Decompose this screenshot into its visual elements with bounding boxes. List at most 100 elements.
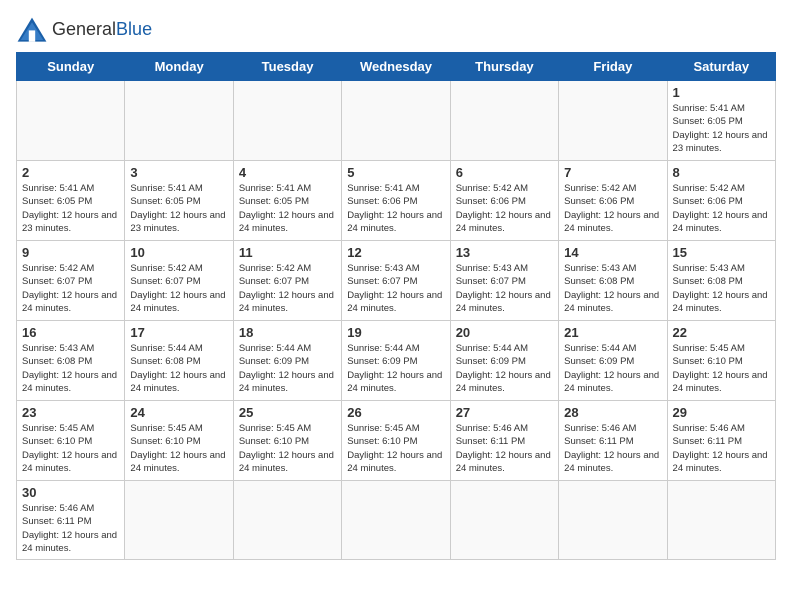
day-info: Sunrise: 5:41 AMSunset: 6:06 PMDaylight:… — [347, 182, 444, 235]
day-number: 25 — [239, 405, 336, 420]
weekday-header-monday: Monday — [125, 53, 233, 81]
calendar-day-cell: 18 Sunrise: 5:44 AMSunset: 6:09 PMDayligh… — [233, 321, 341, 401]
day-info: Sunrise: 5:46 AMSunset: 6:11 PMDaylight:… — [564, 422, 661, 475]
day-number: 17 — [130, 325, 227, 340]
calendar-day-cell — [450, 81, 558, 161]
calendar-day-cell: 5 Sunrise: 5:41 AMSunset: 6:06 PMDaylight… — [342, 161, 450, 241]
day-info: Sunrise: 5:43 AMSunset: 6:07 PMDaylight:… — [456, 262, 553, 315]
day-number: 16 — [22, 325, 119, 340]
day-number: 11 — [239, 245, 336, 260]
day-number: 24 — [130, 405, 227, 420]
calendar-week-row: 1 Sunrise: 5:41 AMSunset: 6:05 PMDaylight… — [17, 81, 776, 161]
calendar-day-cell: 2 Sunrise: 5:41 AMSunset: 6:05 PMDaylight… — [17, 161, 125, 241]
logo: GeneralBlue — [16, 16, 152, 44]
day-number: 4 — [239, 165, 336, 180]
calendar-week-row: 23 Sunrise: 5:45 AMSunset: 6:10 PMDayligh… — [17, 401, 776, 481]
calendar-day-cell: 1 Sunrise: 5:41 AMSunset: 6:05 PMDaylight… — [667, 81, 775, 161]
calendar-day-cell: 9Sunrise: 5:42 AMSunset: 6:07 PMDaylight… — [17, 241, 125, 321]
logo-text: GeneralBlue — [52, 19, 152, 41]
weekday-header-thursday: Thursday — [450, 53, 558, 81]
page-header: GeneralBlue — [16, 16, 776, 44]
day-info: Sunrise: 5:41 AMSunset: 6:05 PMDaylight:… — [673, 102, 770, 155]
day-number: 13 — [456, 245, 553, 260]
logo-icon — [16, 16, 48, 44]
calendar-day-cell: 20 Sunrise: 5:44 AMSunset: 6:09 PMDayligh… — [450, 321, 558, 401]
day-number: 18 — [239, 325, 336, 340]
day-info: Sunrise: 5:43 AMSunset: 6:08 PMDaylight:… — [564, 262, 661, 315]
day-info: Sunrise: 5:44 AMSunset: 6:09 PMDaylight:… — [347, 342, 444, 395]
day-info: Sunrise: 5:46 AMSunset: 6:11 PMDaylight:… — [22, 502, 119, 555]
day-number: 23 — [22, 405, 119, 420]
day-info: Sunrise: 5:42 AMSunset: 6:06 PMDaylight:… — [456, 182, 553, 235]
calendar-day-cell — [450, 481, 558, 560]
day-info: Sunrise: 5:46 AMSunset: 6:11 PMDaylight:… — [456, 422, 553, 475]
day-number: 27 — [456, 405, 553, 420]
day-number: 15 — [673, 245, 770, 260]
day-info: Sunrise: 5:45 AMSunset: 6:10 PMDaylight:… — [22, 422, 119, 475]
calendar-day-cell: 26 Sunrise: 5:45 AMSunset: 6:10 PMDayligh… — [342, 401, 450, 481]
day-number: 6 — [456, 165, 553, 180]
day-info: Sunrise: 5:45 AMSunset: 6:10 PMDaylight:… — [239, 422, 336, 475]
weekday-header-sunday: Sunday — [17, 53, 125, 81]
calendar-week-row: 9Sunrise: 5:42 AMSunset: 6:07 PMDaylight… — [17, 241, 776, 321]
calendar-day-cell: 24 Sunrise: 5:45 AMSunset: 6:10 PMDayligh… — [125, 401, 233, 481]
calendar-day-cell: 25 Sunrise: 5:45 AMSunset: 6:10 PMDayligh… — [233, 401, 341, 481]
day-info: Sunrise: 5:45 AMSunset: 6:10 PMDaylight:… — [347, 422, 444, 475]
calendar-day-cell: 17Sunrise: 5:44 AMSunset: 6:08 PMDayligh… — [125, 321, 233, 401]
day-info: Sunrise: 5:44 AMSunset: 6:09 PMDaylight:… — [564, 342, 661, 395]
calendar-day-cell: 21 Sunrise: 5:44 AMSunset: 6:09 PMDayligh… — [559, 321, 667, 401]
day-number: 29 — [673, 405, 770, 420]
day-number: 8 — [673, 165, 770, 180]
calendar-day-cell: 12 Sunrise: 5:43 AMSunset: 6:07 PMDayligh… — [342, 241, 450, 321]
calendar-day-cell: 14Sunrise: 5:43 AMSunset: 6:08 PMDayligh… — [559, 241, 667, 321]
calendar-day-cell: 16 Sunrise: 5:43 AMSunset: 6:08 PMDayligh… — [17, 321, 125, 401]
day-info: Sunrise: 5:41 AMSunset: 6:05 PMDaylight:… — [22, 182, 119, 235]
weekday-header-tuesday: Tuesday — [233, 53, 341, 81]
day-info: Sunrise: 5:41 AMSunset: 6:05 PMDaylight:… — [130, 182, 227, 235]
day-number: 12 — [347, 245, 444, 260]
calendar-day-cell: 19 Sunrise: 5:44 AMSunset: 6:09 PMDayligh… — [342, 321, 450, 401]
calendar-day-cell — [342, 481, 450, 560]
calendar-week-row: 30Sunrise: 5:46 AMSunset: 6:11 PMDayligh… — [17, 481, 776, 560]
calendar-day-cell: 11Sunrise: 5:42 AMSunset: 6:07 PMDayligh… — [233, 241, 341, 321]
calendar-day-cell — [17, 81, 125, 161]
day-info: Sunrise: 5:45 AMSunset: 6:10 PMDaylight:… — [673, 342, 770, 395]
day-number: 19 — [347, 325, 444, 340]
day-number: 20 — [456, 325, 553, 340]
calendar-day-cell — [233, 481, 341, 560]
calendar-day-cell: 7Sunrise: 5:42 AMSunset: 6:06 PMDaylight… — [559, 161, 667, 241]
day-number: 10 — [130, 245, 227, 260]
day-info: Sunrise: 5:44 AMSunset: 6:09 PMDaylight:… — [456, 342, 553, 395]
calendar-day-cell — [667, 481, 775, 560]
weekday-header-saturday: Saturday — [667, 53, 775, 81]
day-info: Sunrise: 5:42 AMSunset: 6:06 PMDaylight:… — [564, 182, 661, 235]
weekday-header-wednesday: Wednesday — [342, 53, 450, 81]
day-info: Sunrise: 5:43 AMSunset: 6:08 PMDaylight:… — [673, 262, 770, 315]
day-number: 5 — [347, 165, 444, 180]
calendar-day-cell: 6 Sunrise: 5:42 AMSunset: 6:06 PMDaylight… — [450, 161, 558, 241]
calendar-day-cell: 3 Sunrise: 5:41 AMSunset: 6:05 PMDaylight… — [125, 161, 233, 241]
calendar-week-row: 16 Sunrise: 5:43 AMSunset: 6:08 PMDayligh… — [17, 321, 776, 401]
day-info: Sunrise: 5:43 AMSunset: 6:07 PMDaylight:… — [347, 262, 444, 315]
calendar-day-cell: 29Sunrise: 5:46 AMSunset: 6:11 PMDayligh… — [667, 401, 775, 481]
day-number: 21 — [564, 325, 661, 340]
day-info: Sunrise: 5:45 AMSunset: 6:10 PMDaylight:… — [130, 422, 227, 475]
calendar-day-cell — [559, 81, 667, 161]
calendar-day-cell — [125, 81, 233, 161]
day-info: Sunrise: 5:41 AMSunset: 6:05 PMDaylight:… — [239, 182, 336, 235]
calendar-day-cell: 13 Sunrise: 5:43 AMSunset: 6:07 PMDayligh… — [450, 241, 558, 321]
day-info: Sunrise: 5:44 AMSunset: 6:09 PMDaylight:… — [239, 342, 336, 395]
calendar-day-cell: 27 Sunrise: 5:46 AMSunset: 6:11 PMDayligh… — [450, 401, 558, 481]
day-number: 3 — [130, 165, 227, 180]
calendar-day-cell: 28 Sunrise: 5:46 AMSunset: 6:11 PMDayligh… — [559, 401, 667, 481]
day-number: 26 — [347, 405, 444, 420]
calendar-day-cell: 15 Sunrise: 5:43 AMSunset: 6:08 PMDayligh… — [667, 241, 775, 321]
day-number: 28 — [564, 405, 661, 420]
day-number: 2 — [22, 165, 119, 180]
day-info: Sunrise: 5:43 AMSunset: 6:08 PMDaylight:… — [22, 342, 119, 395]
day-number: 1 — [673, 85, 770, 100]
calendar-day-cell: 4 Sunrise: 5:41 AMSunset: 6:05 PMDaylight… — [233, 161, 341, 241]
day-number: 22 — [673, 325, 770, 340]
weekday-header-row: SundayMondayTuesdayWednesdayThursdayFrid… — [17, 53, 776, 81]
calendar-week-row: 2 Sunrise: 5:41 AMSunset: 6:05 PMDaylight… — [17, 161, 776, 241]
